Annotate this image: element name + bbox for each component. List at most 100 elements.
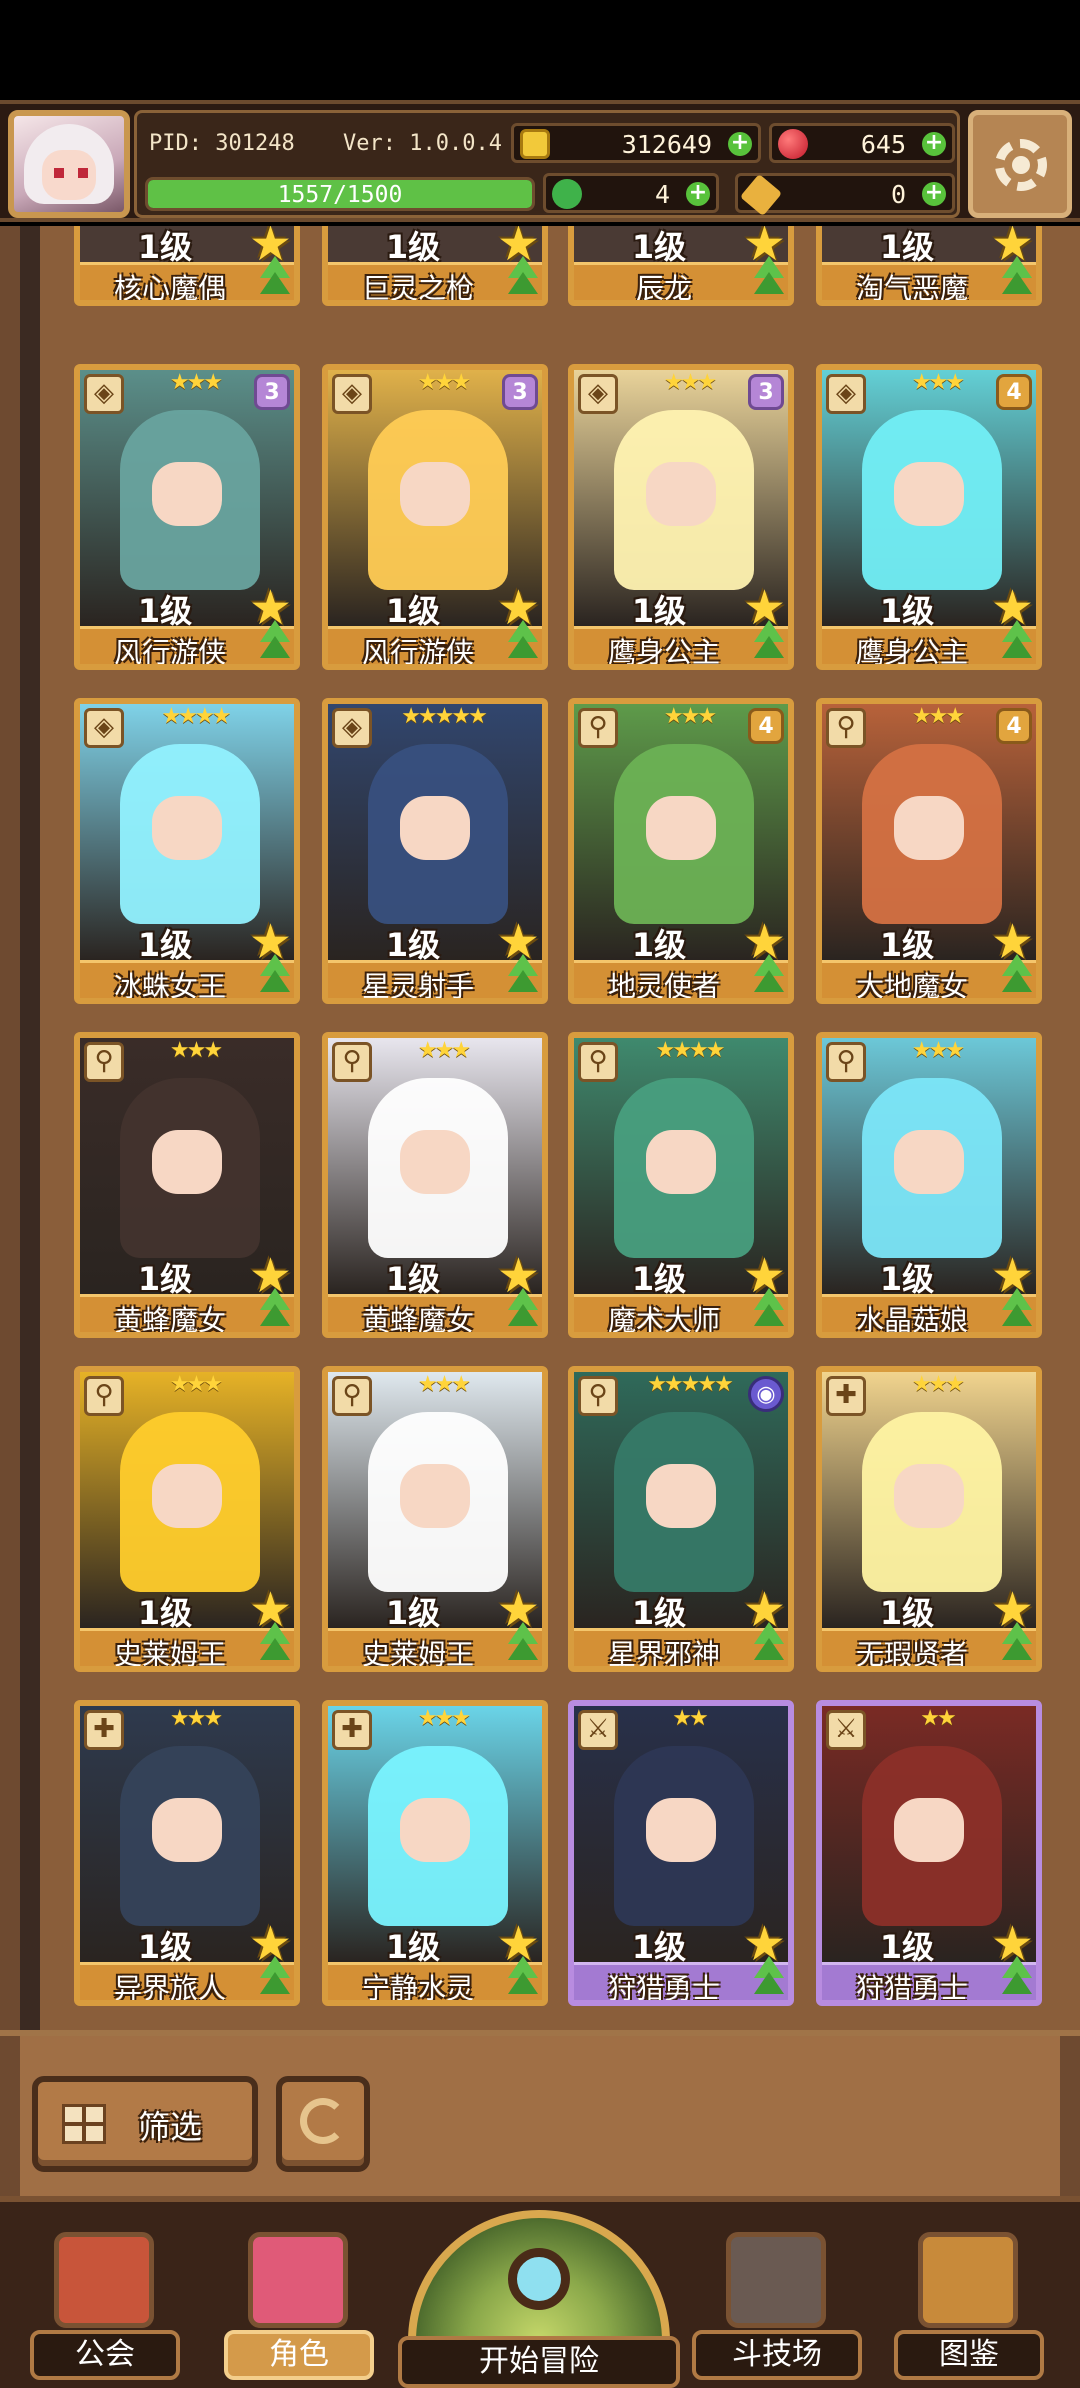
upgrade-arrow-icon[interactable] xyxy=(998,1956,1036,2000)
nav-guild-label: 公会 xyxy=(30,2330,180,2380)
ruby-value: 645 xyxy=(860,130,906,159)
upgrade-arrow-icon[interactable] xyxy=(750,620,788,664)
character-card[interactable]: ⚲ ★★★★★ ◉ 1级 ★ 星界邪神 xyxy=(568,1366,794,1672)
upgrade-arrow-icon[interactable] xyxy=(256,256,294,300)
character-card[interactable]: ⚔ ★★ 1级 ★ 狩猎勇士 xyxy=(816,1700,1042,2006)
nav-character[interactable]: 角色 xyxy=(224,2210,374,2380)
upgrade-arrow-icon[interactable] xyxy=(256,954,294,998)
clover-icon xyxy=(552,179,582,209)
nav-character-label: 角色 xyxy=(224,2330,374,2380)
character-card[interactable]: ◈ ★★★ 3 1级 ★ 风行游侠 xyxy=(74,364,300,670)
rarity-stars: ★★★ xyxy=(169,1038,223,1063)
character-card[interactable]: ◈ ★★★★★ 1级 ★ 星灵射手 xyxy=(322,698,548,1004)
character-card[interactable]: ⚲ ★★★★ 1级 ★ 魔术大师 xyxy=(568,1032,794,1338)
card-name: 星界邪神 xyxy=(607,1638,720,1671)
upgrade-arrow-icon[interactable] xyxy=(504,620,542,664)
refresh-icon xyxy=(300,2098,346,2144)
upgrade-arrow-icon[interactable] xyxy=(750,256,788,300)
upgrade-arrow-icon[interactable] xyxy=(504,1956,542,2000)
rank-badge: 4 xyxy=(996,374,1032,410)
upgrade-arrow-icon[interactable] xyxy=(256,620,294,664)
card-name: 核心魔偶 xyxy=(113,272,226,305)
character-card[interactable]: ⚲ ★★★ 1级 ★ 黄蜂魔女 xyxy=(74,1032,300,1338)
upgrade-arrow-icon[interactable] xyxy=(504,1622,542,1666)
shield-icon: ◈ xyxy=(332,708,372,748)
gear-icon xyxy=(995,139,1047,191)
character-card[interactable]: 1级 ★ 核心魔偶 xyxy=(74,226,300,306)
add-ruby-button[interactable]: + xyxy=(922,132,946,156)
nav-guild[interactable]: 公会 xyxy=(30,2210,180,2380)
upgrade-arrow-icon[interactable] xyxy=(256,1622,294,1666)
character-card[interactable]: ✚ ★★★ 1级 ★ 异界旅人 xyxy=(74,1700,300,2006)
character-card[interactable]: ⚔ ★★ 1级 ★ 狩猎勇士 xyxy=(568,1700,794,2006)
resource-panel: PID: 301248 Ver: 1.0.0.4 312649 + 645 + … xyxy=(134,110,960,218)
top-hud: PID: 301248 Ver: 1.0.0.4 312649 + 645 + … xyxy=(0,100,1080,222)
rarity-stars: ★★ xyxy=(920,1706,956,1731)
upgrade-arrow-icon[interactable] xyxy=(504,1288,542,1332)
rarity-stars: ★★★ xyxy=(417,370,471,395)
character-card[interactable]: ⚲ ★★★ 1级 ★ 黄蜂魔女 xyxy=(322,1032,548,1338)
add-clover-button[interactable]: + xyxy=(686,182,710,206)
nav-arena[interactable]: 斗技场 xyxy=(692,2210,862,2380)
card-name: 黄蜂魔女 xyxy=(361,1304,474,1337)
upgrade-arrow-icon[interactable] xyxy=(750,954,788,998)
reset-filter-button[interactable] xyxy=(276,2076,370,2172)
upgrade-arrow-icon[interactable] xyxy=(998,1622,1036,1666)
rarity-stars: ★★★★★ xyxy=(401,704,488,729)
gold-coin-icon xyxy=(520,129,550,159)
filter-bar: 筛选 xyxy=(0,2030,1080,2200)
upgrade-arrow-icon[interactable] xyxy=(998,1288,1036,1332)
rarity-stars: ★★★ xyxy=(169,370,223,395)
upgrade-arrow-icon[interactable] xyxy=(750,1956,788,2000)
character-card[interactable]: ⚲ ★★★ 4 1级 ★ 大地魔女 xyxy=(816,698,1042,1004)
character-card[interactable]: ◈ ★★★ 3 1级 ★ 鹰身公主 xyxy=(568,364,794,670)
character-card[interactable]: ⚲ ★★★ 4 1级 ★ 地灵使者 xyxy=(568,698,794,1004)
filter-button[interactable]: 筛选 xyxy=(32,2076,258,2172)
upgrade-arrow-icon[interactable] xyxy=(750,1622,788,1666)
rank-badge: 3 xyxy=(254,374,290,410)
wand-icon: ⚲ xyxy=(826,1042,866,1082)
rank-badge: 4 xyxy=(996,708,1032,744)
character-card[interactable]: ◈ ★★★ 3 1级 ★ 风行游侠 xyxy=(322,364,548,670)
shield-icon: ◈ xyxy=(332,374,372,414)
character-grid[interactable]: 1级 ★ 核心魔偶 1级 ★ 巨灵之枪 1级 ★ 辰龙 1级 ★ 淘气恶魔 ◈ ★★★ 3 1级 ★ 风行游侠 ◈ ★… xyxy=(40,226,1080,2036)
upgrade-arrow-icon[interactable] xyxy=(998,256,1036,300)
start-adventure-button[interactable]: 开始冒险 xyxy=(398,2210,680,2388)
upgrade-arrow-icon[interactable] xyxy=(256,1288,294,1332)
upgrade-arrow-icon[interactable] xyxy=(998,620,1036,664)
character-card[interactable]: ⚲ ★★★ 1级 ★ 史莱姆王 xyxy=(74,1366,300,1672)
clover-counter: 4 + xyxy=(543,173,719,213)
clover-value: 4 xyxy=(654,180,670,209)
nav-codex[interactable]: 图鉴 xyxy=(894,2210,1044,2380)
rarity-stars: ★★★ xyxy=(911,704,965,729)
character-card[interactable]: ✚ ★★★ 1级 ★ 宁静水灵 xyxy=(322,1700,548,2006)
character-card[interactable]: ◈ ★★★★ 1级 ★ 冰蛛女王 xyxy=(74,698,300,1004)
crossed-swords-icon xyxy=(726,2232,826,2328)
character-card[interactable]: 1级 ★ 巨灵之枪 xyxy=(322,226,548,306)
upgrade-arrow-icon[interactable] xyxy=(504,954,542,998)
scroll-icon xyxy=(739,173,783,217)
upgrade-arrow-icon[interactable] xyxy=(998,954,1036,998)
add-gold-button[interactable]: + xyxy=(728,132,752,156)
gold-value: 312649 xyxy=(621,130,712,159)
character-card[interactable]: ✚ ★★★ 1级 ★ 无瑕贤者 xyxy=(816,1366,1042,1672)
filter-label: 筛选 xyxy=(138,2108,203,2146)
card-name: 淘气恶魔 xyxy=(855,272,968,305)
character-card[interactable]: 1级 ★ 淘气恶魔 xyxy=(816,226,1042,306)
character-card[interactable]: ⚲ ★★★ 1级 ★ 水晶菇娘 xyxy=(816,1032,1042,1338)
character-card[interactable]: ⚲ ★★★ 1级 ★ 史莱姆王 xyxy=(322,1366,548,1672)
upgrade-arrow-icon[interactable] xyxy=(504,256,542,300)
upgrade-arrow-icon[interactable] xyxy=(256,1956,294,2000)
add-scroll-button[interactable]: + xyxy=(922,182,946,206)
player-avatar[interactable] xyxy=(8,110,130,218)
sword-icon: ⚔ xyxy=(826,1710,866,1750)
start-adventure-label: 开始冒险 xyxy=(398,2336,680,2388)
upgrade-arrow-icon[interactable] xyxy=(750,1288,788,1332)
cross-icon: ✚ xyxy=(332,1710,372,1750)
character-card[interactable]: 1级 ★ 辰龙 xyxy=(568,226,794,306)
book-icon xyxy=(918,2232,1018,2328)
character-card[interactable]: ◈ ★★★ 4 1级 ★ 鹰身公主 xyxy=(816,364,1042,670)
settings-button[interactable] xyxy=(968,110,1072,218)
cross-icon: ✚ xyxy=(84,1710,124,1750)
scroll-counter: 0 + xyxy=(735,173,955,217)
